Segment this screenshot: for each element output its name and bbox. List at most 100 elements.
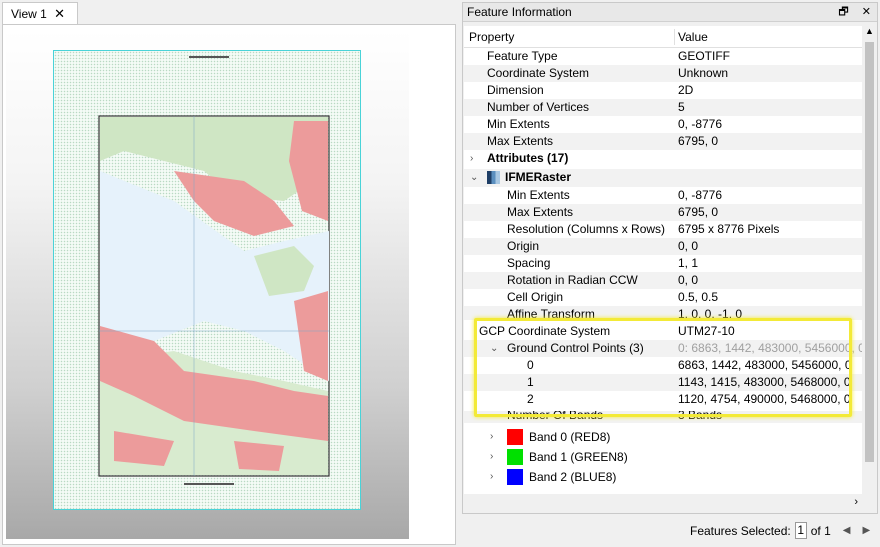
property-label: IFMERaster [505, 170, 572, 184]
property-label: Min Extents [487, 117, 550, 131]
property-value: 6795 x 8776 Pixels [678, 222, 780, 236]
collapse-chevron-icon[interactable]: ⌄ [470, 169, 478, 186]
row-number-of-bands[interactable]: Number Of Bands 3 Bands [464, 411, 862, 423]
property-label: Max Extents [487, 134, 554, 148]
property-label: Coordinate System [487, 66, 590, 80]
row-ground-control-points[interactable]: ⌄ Ground Control Points (3) 0: 6863, 144… [464, 340, 862, 357]
row-dimension[interactable]: Dimension 2D [464, 82, 862, 99]
row-band-0[interactable]: › Band 0 (RED8) [464, 427, 862, 447]
tab-view-1-label: View 1 [11, 6, 47, 21]
row-number-of-vertices[interactable]: Number of Vertices 5 [464, 99, 862, 116]
raster-icon [487, 171, 500, 184]
expand-chevron-icon[interactable]: › [490, 447, 493, 467]
row-gcp-1[interactable]: 1 1143, 1415, 483000, 5468000, 0 [464, 374, 862, 391]
vertical-scrollbar[interactable]: ▲ [862, 26, 877, 494]
collapse-chevron-icon[interactable]: ⌄ [490, 340, 498, 357]
row-spacing[interactable]: Spacing 1, 1 [464, 255, 862, 272]
property-label: Number of Vertices [487, 100, 590, 114]
expand-chevron-icon[interactable]: › [470, 150, 473, 167]
property-label: Min Extents [507, 188, 570, 202]
map-drawing [98, 115, 330, 477]
row-cell-origin[interactable]: Cell Origin 0.5, 0.5 [464, 289, 862, 306]
scroll-right-icon[interactable]: › [854, 496, 858, 508]
previous-feature-icon[interactable]: ◀ [843, 525, 851, 536]
property-label: Dimension [487, 83, 544, 97]
property-value: 2D [678, 83, 694, 97]
row-affine-transform[interactable]: Affine Transform 1, 0, 0, -1, 0 [464, 306, 862, 320]
property-value: 6795, 0 [678, 205, 719, 219]
property-label: 2 [527, 392, 534, 406]
property-value: 0.5, 0.5 [678, 290, 719, 304]
next-feature-icon[interactable]: ▶ [862, 525, 870, 536]
horizontal-scrollbar[interactable]: › [464, 494, 862, 512]
property-value: 0, -8776 [678, 117, 723, 131]
property-label: 0 [527, 358, 534, 372]
features-selected-label: Features Selected: [690, 523, 791, 538]
property-label: Feature Type [487, 49, 558, 63]
row-feature-type[interactable]: Feature Type GEOTIFF [464, 48, 862, 65]
property-value: 0, -8776 [678, 188, 723, 202]
red-swatch-icon [507, 429, 523, 445]
map-view[interactable] [2, 24, 456, 545]
property-label: Spacing [507, 256, 551, 270]
map-footer-mark [184, 483, 234, 488]
property-label: Band 2 (BLUE8) [529, 470, 617, 484]
header-property[interactable]: Property [469, 27, 514, 47]
row-coordinate-system[interactable]: Coordinate System Unknown [464, 65, 862, 82]
row-gcp-coordinate-system[interactable]: GCP Coordinate System UTM27-10 [464, 323, 862, 340]
property-label: Max Extents [507, 205, 574, 219]
row-max-extents[interactable]: Max Extents 6795, 0 [464, 133, 862, 150]
property-label: Origin [507, 239, 540, 253]
property-label: Band 0 (RED8) [529, 430, 611, 444]
row-attributes[interactable]: › Attributes (17) [464, 150, 862, 167]
property-label: Resolution (Columns x Rows) [507, 222, 666, 236]
row-raster-min-extents[interactable]: Min Extents 0, -8776 [464, 187, 862, 204]
expand-chevron-icon[interactable]: › [490, 427, 493, 447]
scroll-up-icon[interactable]: ▲ [865, 26, 874, 36]
row-min-extents[interactable]: Min Extents 0, -8776 [464, 116, 862, 133]
property-label: Rotation in Radian CCW [507, 273, 638, 287]
property-value: 1143, 1415, 483000, 5468000, 0 [678, 375, 851, 389]
table-header: Property Value [464, 27, 862, 48]
property-label: Ground Control Points (3) [507, 341, 644, 355]
property-label: Affine Transform [507, 307, 595, 320]
scrollbar-thumb[interactable] [865, 42, 874, 462]
property-value: 0, 0 [678, 273, 699, 287]
row-resolution[interactable]: Resolution (Columns x Rows) 6795 x 8776 P… [464, 221, 862, 238]
raster-map-image [53, 50, 361, 510]
row-rotation[interactable]: Rotation in Radian CCW 0, 0 [464, 272, 862, 289]
property-label: Attributes (17) [487, 151, 569, 165]
tab-view-1[interactable]: View 1 ✕ [2, 2, 78, 24]
panel-title-bar: Feature Information 🗗 ✕ [463, 3, 877, 22]
property-value: 1, 0, 0, -1, 0 [678, 307, 743, 320]
property-label: GCP Coordinate System [479, 324, 611, 338]
property-value: UTM27-10 [678, 324, 735, 338]
row-raster-max-extents[interactable]: Max Extents 6795, 0 [464, 204, 862, 221]
expand-chevron-icon[interactable]: › [490, 467, 493, 487]
property-label: Number Of Bands [507, 411, 604, 419]
property-label: Cell Origin [507, 290, 564, 304]
row-gcp-0[interactable]: 0 6863, 1442, 483000, 5456000, 0 [464, 357, 862, 374]
property-value: 1, 1 [678, 256, 699, 270]
panel-title: Feature Information [467, 5, 572, 19]
property-table[interactable]: Property Value Feature Type GEOTIFF Coord… [464, 26, 862, 494]
header-value[interactable]: Value [678, 27, 708, 47]
property-label: Band 1 (GREEN8) [529, 450, 628, 464]
row-origin[interactable]: Origin 0, 0 [464, 238, 862, 255]
row-band-2[interactable]: › Band 2 (BLUE8) [464, 467, 862, 487]
property-value: 5 [678, 100, 685, 114]
property-value: 1120, 4754, 490000, 5468000, 0 [678, 392, 851, 406]
blue-swatch-icon [507, 469, 523, 485]
map-canvas[interactable] [6, 30, 409, 539]
float-panel-icon[interactable]: 🗗 [838, 6, 848, 18]
close-panel-icon[interactable]: ✕ [862, 6, 871, 18]
row-band-1[interactable]: › Band 1 (GREEN8) [464, 447, 862, 467]
property-value: 0, 0 [678, 239, 699, 253]
current-feature-input[interactable]: 1 [794, 522, 807, 539]
row-ifmeraster[interactable]: ⌄ IFMERaster [464, 169, 862, 187]
property-value: 6863, 1442, 483000, 5456000, 0 [678, 358, 852, 372]
row-gcp-2[interactable]: 2 1120, 4754, 490000, 5468000, 0 [464, 391, 862, 408]
feature-total-label: of 1 [810, 523, 831, 538]
property-value: Unknown [678, 66, 729, 80]
close-icon[interactable]: ✕ [54, 6, 65, 22]
